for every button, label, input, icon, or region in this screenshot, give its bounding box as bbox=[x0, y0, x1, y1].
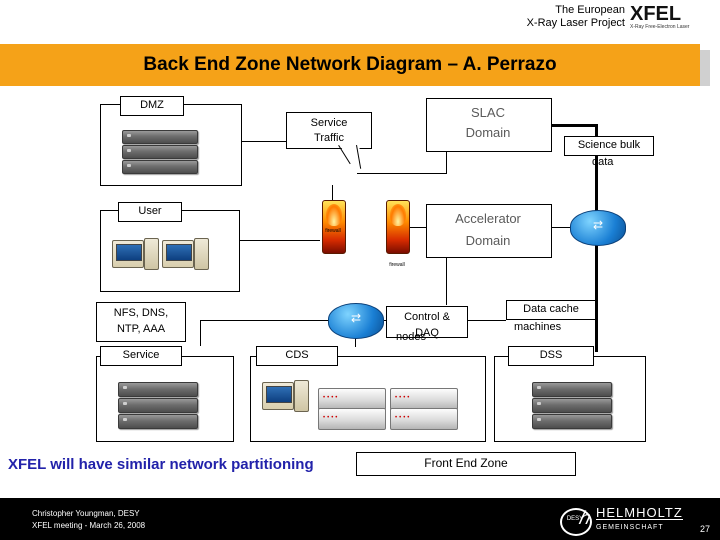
nfs-dns-line1: NFS, DNS, bbox=[113, 307, 169, 319]
connector-service-vertical bbox=[200, 320, 201, 346]
control-daq-line3: nodes bbox=[396, 331, 426, 343]
xfel-logo-subtitle: X-Ray Free-Electron Laser bbox=[630, 24, 690, 30]
cds-disk-array-4: •••• bbox=[390, 408, 458, 430]
router-cds: ⇄ bbox=[328, 303, 384, 339]
slide-number: 27 bbox=[700, 524, 711, 534]
user-workstation-1-tower bbox=[144, 238, 159, 270]
control-daq-line1: Control & bbox=[404, 311, 450, 323]
cds-label: CDS bbox=[256, 346, 338, 366]
connector-slac-to-science-bulk bbox=[550, 124, 598, 127]
project-title-line2: X-Ray Laser Project bbox=[526, 17, 625, 29]
data-cache-label: Data cache bbox=[506, 300, 596, 320]
router-accelerator-arrows: ⇄ bbox=[592, 218, 604, 232]
service-traffic-line2: Traffic bbox=[314, 132, 344, 144]
accelerator-domain-line2: Domain bbox=[465, 233, 511, 248]
cds-disk-array-1: •••• bbox=[318, 388, 386, 410]
dss-label: DSS bbox=[508, 346, 594, 366]
router-accelerator: ⇄ bbox=[570, 210, 626, 246]
service-traffic-callout: Service Traffic bbox=[286, 112, 372, 149]
firewall-1-flame bbox=[326, 204, 342, 226]
dmz-server-2 bbox=[122, 145, 198, 159]
dmz-server-1 bbox=[122, 130, 198, 144]
nfs-dns-label: NFS, DNS, NTP, AAA bbox=[96, 302, 186, 342]
footer-line2: XFEL meeting - March 26, 2008 bbox=[32, 521, 146, 530]
connector-slac-down bbox=[446, 151, 447, 174]
user-workstation-1-monitor bbox=[112, 240, 144, 268]
connector-controldaq-to-datacache bbox=[466, 320, 506, 321]
router-cds-arrows: ⇄ bbox=[350, 311, 362, 325]
cds-disk-array-3: •••• bbox=[390, 388, 458, 410]
project-title: The European X-Ray Laser Project bbox=[505, 4, 625, 30]
firewall-2 bbox=[386, 200, 410, 254]
service-label: Service bbox=[100, 346, 182, 366]
helmholtz-line1: HELMHOLTZ bbox=[596, 505, 683, 520]
connector-top-bus bbox=[357, 173, 447, 174]
project-title-line1: The European bbox=[555, 4, 625, 16]
connector-firewall2-to-accelerator bbox=[408, 227, 428, 228]
footer-text: Christopher Youngman, DESY XFEL meeting … bbox=[32, 508, 145, 532]
service-server-3 bbox=[118, 414, 198, 429]
user-workstation-2-screen bbox=[166, 244, 192, 261]
connector-accelerator-to-router bbox=[549, 227, 571, 228]
service-server-1 bbox=[118, 382, 198, 397]
cds-workstation-monitor bbox=[262, 382, 294, 410]
cds-workstation-screen bbox=[266, 386, 292, 403]
cds-workstation-tower bbox=[294, 380, 309, 412]
user-workstation-2-monitor bbox=[162, 240, 194, 268]
user-workstation-1-screen bbox=[116, 244, 142, 261]
service-traffic-line1: Service bbox=[310, 117, 348, 129]
dss-server-2 bbox=[532, 398, 612, 413]
service-server-2 bbox=[118, 398, 198, 413]
cds-disk-array-4-leds: •••• bbox=[395, 415, 412, 421]
cds-disk-array-2-leds: •••• bbox=[323, 415, 340, 421]
helmholtz-logo: HELMHOLTZ GEMEINSCHAFT bbox=[596, 506, 683, 534]
firewall-2-label: firewall bbox=[389, 262, 405, 268]
footer-line1: Christopher Youngman, DESY bbox=[32, 509, 140, 518]
science-bulk-data-label: Science bulk bbox=[564, 136, 654, 156]
accelerator-domain-line1: Accelerator bbox=[455, 211, 521, 226]
firewall-1 bbox=[322, 200, 346, 254]
data-cache-line2: machines bbox=[514, 321, 562, 333]
cds-disk-array-2: •••• bbox=[318, 408, 386, 430]
connector-user-to-firewall1 bbox=[238, 240, 320, 241]
science-bulk-data-label-line2: data bbox=[592, 156, 614, 168]
helmholtz-line2: GEMEINSCHAFT bbox=[596, 519, 683, 534]
front-end-zone-label: Front End Zone bbox=[356, 452, 576, 476]
cds-disk-array-1-leds: •••• bbox=[323, 395, 340, 401]
bottom-statement: XFEL will have similar network partition… bbox=[8, 456, 314, 473]
nfs-dns-line2: NTP, AAA bbox=[116, 323, 166, 335]
dss-server-3 bbox=[532, 414, 612, 429]
connector-accelerator-down bbox=[446, 255, 447, 305]
page-title: Back End Zone Network Diagram – A. Perra… bbox=[143, 54, 557, 75]
user-label: User bbox=[118, 202, 182, 222]
slac-domain-line1: SLAC bbox=[471, 105, 505, 120]
dss-server-1 bbox=[532, 382, 612, 397]
dmz-server-3 bbox=[122, 160, 198, 174]
slac-domain-line2: Domain bbox=[465, 125, 511, 140]
xfel-logo: XFEL bbox=[630, 3, 682, 25]
firewall-1-label: firewall bbox=[325, 228, 341, 234]
cds-disk-array-3-leds: •••• bbox=[395, 395, 412, 401]
dmz-label: DMZ bbox=[120, 96, 184, 116]
connector-service-to-router bbox=[200, 320, 328, 321]
user-workstation-2-tower bbox=[194, 238, 209, 270]
helmholtz-mark-icon: ℎ bbox=[578, 508, 590, 528]
firewall-2-flame bbox=[390, 204, 406, 226]
